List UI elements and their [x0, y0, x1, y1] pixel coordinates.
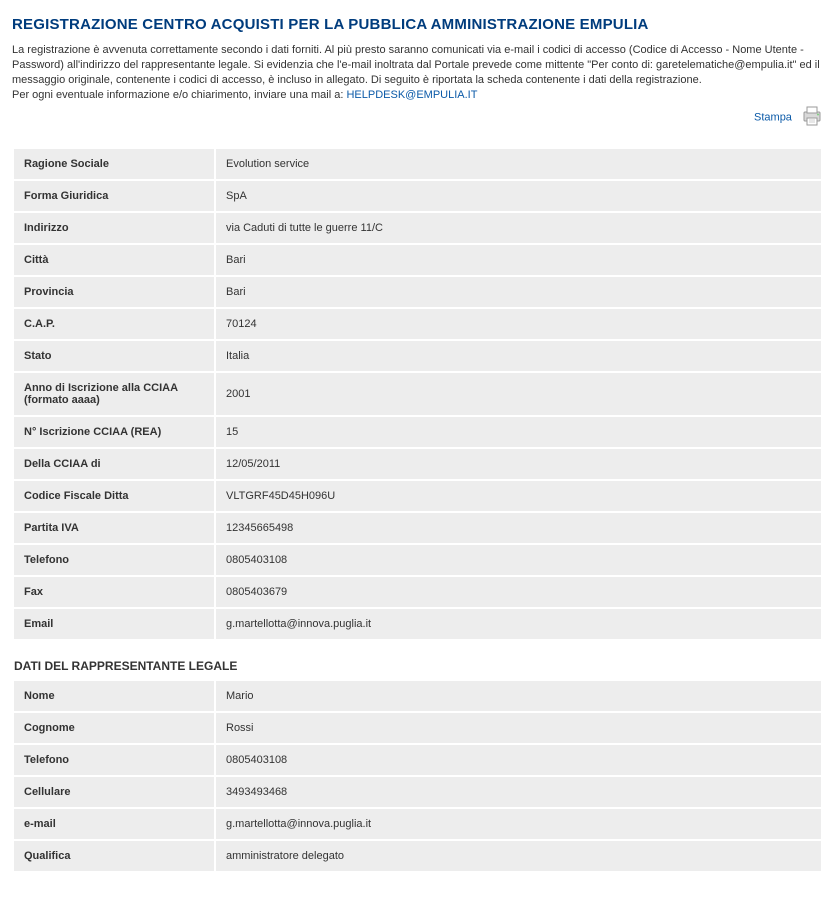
legal-field-value: Rossi: [216, 713, 821, 743]
company-table: Ragione SocialeEvolution serviceForma Gi…: [12, 147, 823, 641]
helpdesk-link[interactable]: HELPDESK@EMPULIA.IT: [346, 89, 477, 101]
legal-field-value: g.martellotta@innova.puglia.it: [216, 809, 821, 839]
company-field-label: Email: [14, 609, 214, 639]
company-field-label: Stato: [14, 341, 214, 371]
legal-field-label: Telefono: [14, 745, 214, 775]
company-field-label: Telefono: [14, 545, 214, 575]
table-row: Cellulare3493493468: [14, 777, 821, 807]
company-field-label: C.A.P.: [14, 309, 214, 339]
legal-field-value: 3493493468: [216, 777, 821, 807]
company-field-value: 2001: [216, 373, 821, 415]
company-field-label: Forma Giuridica: [14, 181, 214, 211]
table-row: Codice Fiscale DittaVLTGRF45D45H096U: [14, 481, 821, 511]
table-row: C.A.P.70124: [14, 309, 821, 339]
intro-paragraph-2: Per ogni eventuale informazione e/o chia…: [12, 89, 346, 101]
table-row: StatoItalia: [14, 341, 821, 371]
company-field-value: Italia: [216, 341, 821, 371]
company-field-value: g.martellotta@innova.puglia.it: [216, 609, 821, 639]
company-field-value: Bari: [216, 245, 821, 275]
print-row: Stampa: [12, 106, 823, 129]
company-field-value: via Caduti di tutte le guerre 11/C: [216, 213, 821, 243]
company-field-value: Bari: [216, 277, 821, 307]
table-row: ProvinciaBari: [14, 277, 821, 307]
table-row: N° Iscrizione CCIAA (REA)15: [14, 417, 821, 447]
legal-field-label: e-mail: [14, 809, 214, 839]
company-field-label: Ragione Sociale: [14, 149, 214, 179]
company-field-label: Anno di Iscrizione alla CCIAA (formato a…: [14, 373, 214, 415]
company-field-label: Partita IVA: [14, 513, 214, 543]
table-row: Emailg.martellotta@innova.puglia.it: [14, 609, 821, 639]
company-field-label: Codice Fiscale Ditta: [14, 481, 214, 511]
company-field-label: Fax: [14, 577, 214, 607]
company-field-label: Provincia: [14, 277, 214, 307]
legal-field-value: amministratore delegato: [216, 841, 821, 871]
page-title: REGISTRAZIONE CENTRO ACQUISTI PER LA PUB…: [12, 16, 823, 33]
company-field-value: 12345665498: [216, 513, 821, 543]
table-row: Telefono0805403108: [14, 545, 821, 575]
legal-section-title: DATI DEL RAPPRESENTANTE LEGALE: [14, 659, 823, 673]
table-row: Della CCIAA di12/05/2011: [14, 449, 821, 479]
company-field-label: Indirizzo: [14, 213, 214, 243]
company-field-value: 70124: [216, 309, 821, 339]
legal-field-label: Qualifica: [14, 841, 214, 871]
legal-field-label: Nome: [14, 681, 214, 711]
company-field-value: 0805403108: [216, 545, 821, 575]
company-field-value: 0805403679: [216, 577, 821, 607]
intro-text: La registrazione è avvenuta correttament…: [12, 43, 823, 102]
table-row: Partita IVA12345665498: [14, 513, 821, 543]
table-row: CittàBari: [14, 245, 821, 275]
table-row: Anno di Iscrizione alla CCIAA (formato a…: [14, 373, 821, 415]
table-row: Fax0805403679: [14, 577, 821, 607]
table-row: e-mailg.martellotta@innova.puglia.it: [14, 809, 821, 839]
company-field-value: SpA: [216, 181, 821, 211]
legal-table: NomeMarioCognomeRossiTelefono0805403108C…: [12, 679, 823, 873]
table-row: Indirizzovia Caduti di tutte le guerre 1…: [14, 213, 821, 243]
legal-field-value: 0805403108: [216, 745, 821, 775]
legal-field-value: Mario: [216, 681, 821, 711]
company-field-value: VLTGRF45D45H096U: [216, 481, 821, 511]
company-field-value: Evolution service: [216, 149, 821, 179]
legal-field-label: Cellulare: [14, 777, 214, 807]
company-field-label: N° Iscrizione CCIAA (REA): [14, 417, 214, 447]
company-field-value: 12/05/2011: [216, 449, 821, 479]
print-link[interactable]: Stampa: [754, 112, 792, 124]
table-row: NomeMario: [14, 681, 821, 711]
company-field-label: Della CCIAA di: [14, 449, 214, 479]
company-field-value: 15: [216, 417, 821, 447]
printer-icon[interactable]: [801, 106, 823, 129]
table-row: Telefono0805403108: [14, 745, 821, 775]
table-row: Ragione SocialeEvolution service: [14, 149, 821, 179]
table-row: Forma GiuridicaSpA: [14, 181, 821, 211]
intro-paragraph-1: La registrazione è avvenuta correttament…: [12, 44, 820, 86]
table-row: Qualificaamministratore delegato: [14, 841, 821, 871]
company-field-label: Città: [14, 245, 214, 275]
table-row: CognomeRossi: [14, 713, 821, 743]
legal-field-label: Cognome: [14, 713, 214, 743]
